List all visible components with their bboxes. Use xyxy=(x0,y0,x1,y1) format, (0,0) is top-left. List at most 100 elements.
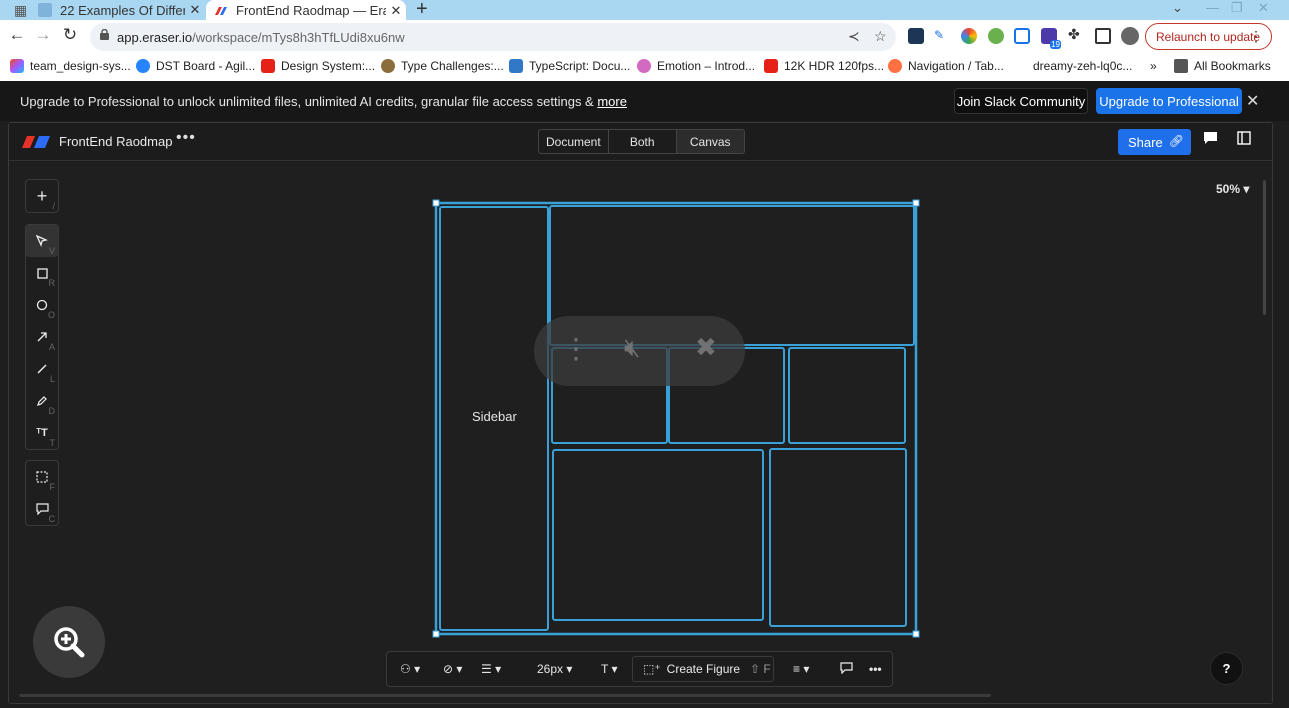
app-frame: FrontEnd Raodmap ••• Document Both Canva… xyxy=(8,122,1273,704)
text-style-dropdown[interactable]: T ▾ xyxy=(601,662,617,676)
github-icon xyxy=(381,59,395,73)
emotion-icon xyxy=(637,59,651,73)
resize-handle xyxy=(432,630,440,638)
extension-icon[interactable] xyxy=(908,28,924,44)
tab-close-icon[interactable]: ✕ xyxy=(386,3,406,19)
forward-arrow-icon[interactable]: → xyxy=(32,25,54,45)
color-extension-icon[interactable] xyxy=(961,28,977,44)
wireframe-diagram[interactable] xyxy=(9,162,1272,703)
more-horizontal-icon[interactable]: ••• xyxy=(176,129,196,147)
new-tab-button[interactable]: + xyxy=(416,0,428,21)
tab-title: 22 Examples Of Different Gr xyxy=(60,2,185,18)
shape-style-dropdown[interactable]: ⚇ ▾ xyxy=(400,662,420,676)
unpin-icon[interactable]: ✖ xyxy=(695,332,717,363)
tab-document[interactable]: Document xyxy=(539,130,609,153)
sidebar-text[interactable]: Sidebar xyxy=(472,409,517,424)
mute-icon[interactable]: 🔇︎ xyxy=(624,332,640,364)
app-header: FrontEnd Raodmap ••• Document Both Canva… xyxy=(9,123,1272,161)
bookmarks-overflow-button[interactable]: » xyxy=(1150,59,1157,73)
lock-icon xyxy=(100,29,109,40)
more-horizontal-icon[interactable]: ••• xyxy=(869,662,882,676)
bookmark-item[interactable]: 12K HDR 120fps... xyxy=(764,59,884,73)
panel-toggle-icon[interactable] xyxy=(1237,131,1251,148)
create-figure-shortcut: ⇧ F xyxy=(750,662,771,676)
chevron-down-icon[interactable]: ⌄ xyxy=(1172,0,1183,16)
upgrade-banner: Upgrade to Professional to unlock unlimi… xyxy=(0,81,1289,121)
bookmark-item[interactable]: Design System:... xyxy=(261,59,375,73)
view-mode-switch: Document Both Canvas xyxy=(538,129,745,154)
typescript-icon xyxy=(509,59,523,73)
frog-extension-icon[interactable] xyxy=(988,28,1004,44)
fill-dropdown[interactable]: ⊘ ▾ xyxy=(443,662,462,676)
magnifier-button[interactable] xyxy=(33,606,105,678)
upgrade-button[interactable]: Upgrade to Professional xyxy=(1096,88,1242,114)
browser-tab-examples[interactable]: 22 Examples Of Different Gr ✕ xyxy=(30,0,205,20)
reload-icon[interactable]: ↻ xyxy=(59,25,81,45)
bookmarks-bar: team_design-sys... DST Board - Agil... D… xyxy=(0,53,1289,81)
eraser-favicon-icon xyxy=(214,4,228,18)
create-figure-button[interactable]: ⬚⁺ Create Figure ⇧ F xyxy=(632,656,774,682)
stroke-dropdown[interactable]: ☰ ▾ xyxy=(481,662,501,676)
share-page-icon[interactable]: ≺ xyxy=(848,28,860,45)
relaunch-button[interactable]: Relaunch to update ⋮ xyxy=(1145,23,1272,50)
help-button[interactable]: ? xyxy=(1210,652,1243,685)
comment-icon[interactable] xyxy=(1203,131,1218,148)
panel-box xyxy=(769,448,907,627)
link-icon[interactable]: 🔗︎ xyxy=(1169,134,1184,148)
canvas[interactable]: + / V R O A L D ᵀT T F C 50% ▾ Sidebar ⋮… xyxy=(9,162,1272,703)
tab-close-icon[interactable]: ✕ xyxy=(185,2,205,18)
bookmark-item[interactable]: Emotion – Introd... xyxy=(637,59,755,73)
bookmark-item[interactable]: DST Board - Agil... xyxy=(136,59,255,73)
eraser-logo-icon[interactable] xyxy=(22,135,50,148)
bookmark-star-icon[interactable]: ☆ xyxy=(874,28,887,45)
more-link[interactable]: more xyxy=(597,94,627,109)
close-icon[interactable]: ✕ xyxy=(1246,91,1259,111)
folder-icon xyxy=(1174,59,1188,73)
pen-extension-icon[interactable]: ✎ xyxy=(934,28,950,44)
jira-icon xyxy=(136,59,150,73)
avatar[interactable] xyxy=(1121,27,1139,45)
bookmark-item[interactable]: team_design-sys... xyxy=(10,59,131,73)
side-panel-icon[interactable] xyxy=(1095,28,1111,44)
project-title[interactable]: FrontEnd Raodmap xyxy=(59,134,172,149)
apps-grid-icon[interactable]: ▦ xyxy=(14,2,27,19)
extension-badge: 19 xyxy=(1050,40,1061,49)
back-arrow-icon[interactable]: ← xyxy=(6,25,28,45)
puzzle-icon[interactable]: ✤ xyxy=(1068,26,1084,42)
media-controls-overlay: ⋮ 🔇︎ ✖ xyxy=(534,316,745,386)
minimize-icon[interactable]: — xyxy=(1206,0,1219,15)
bookmark-item[interactable]: Navigation / Tab... xyxy=(888,59,1004,73)
url-text: app.eraser.io/workspace/mTys8h3hTfLUdi8x… xyxy=(117,30,405,45)
font-size-dropdown[interactable]: 26px ▾ xyxy=(537,662,572,676)
bookmark-item[interactable]: Type Challenges:... xyxy=(381,59,504,73)
tab-title: FrontEnd Raodmap — Erase xyxy=(236,3,386,18)
comment-icon[interactable] xyxy=(840,662,853,677)
badge-extension-icon[interactable]: 19 xyxy=(1041,28,1061,49)
restore-icon[interactable]: ❐ xyxy=(1231,0,1243,16)
address-bar-row: ← → ↻ app.eraser.io/workspace/mTys8h3hTf… xyxy=(0,20,1289,53)
browser-tab-eraser[interactable]: FrontEnd Raodmap — Erase ✕ xyxy=(206,0,406,21)
bookmark-item[interactable]: dreamy-zeh-lq0c... xyxy=(1033,59,1132,73)
youtube-icon xyxy=(261,59,275,73)
browser-tab-strip: ▦ 22 Examples Of Different Gr ✕ FrontEnd… xyxy=(0,0,1289,21)
bookmark-item[interactable]: TypeScript: Docu... xyxy=(509,59,630,73)
screen-extension-icon[interactable] xyxy=(1014,28,1030,44)
more-vert-icon[interactable]: ⋮ xyxy=(1249,28,1263,45)
align-dropdown[interactable]: ≡ ▾ xyxy=(793,662,809,676)
card-box xyxy=(788,347,906,444)
all-bookmarks[interactable]: All Bookmarks xyxy=(1174,59,1271,73)
url-input[interactable]: app.eraser.io/workspace/mTys8h3hTfLUdi8x… xyxy=(90,23,896,51)
zoom-in-icon xyxy=(54,627,85,658)
create-figure-icon: ⬚⁺ xyxy=(643,662,661,676)
tab-both[interactable]: Both xyxy=(609,130,677,153)
resize-handle xyxy=(432,199,440,207)
join-slack-button[interactable]: Join Slack Community xyxy=(954,88,1088,114)
resize-handle xyxy=(912,199,920,207)
share-button[interactable]: Share 🔗︎ xyxy=(1118,129,1191,155)
tab-canvas[interactable]: Canvas xyxy=(676,130,744,153)
window-close-icon[interactable]: ✕ xyxy=(1258,0,1269,16)
more-vert-icon[interactable]: ⋮ xyxy=(562,332,590,365)
content-box xyxy=(552,449,764,621)
resize-handle xyxy=(912,630,920,638)
banner-text: Upgrade to Professional to unlock unlimi… xyxy=(20,94,627,109)
